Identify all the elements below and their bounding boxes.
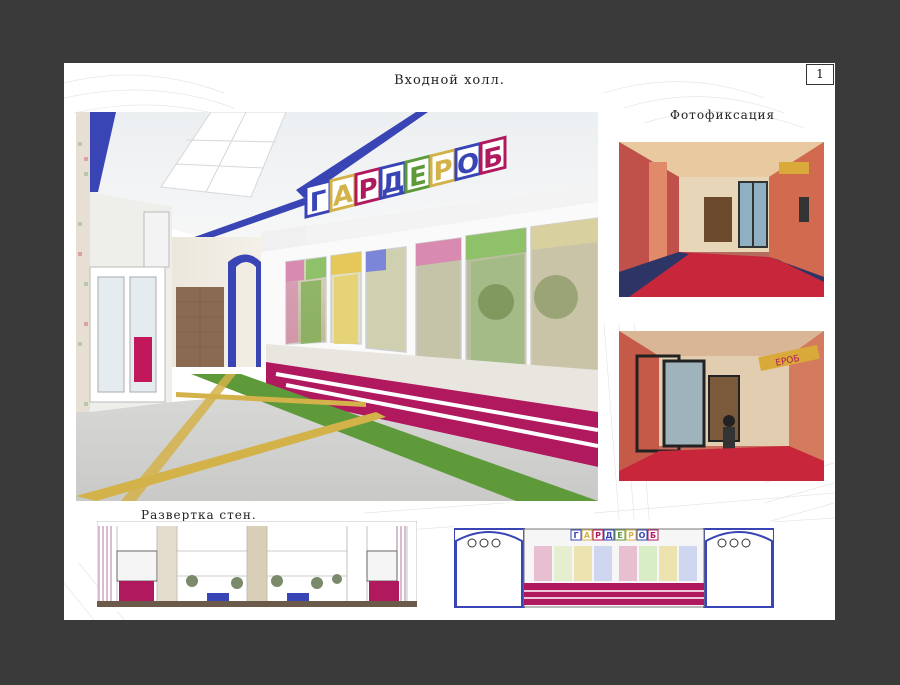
sign-letter-8: Б (483, 140, 503, 175)
elev-letter-5: Е (617, 531, 622, 540)
sign-letter-6: Р (433, 153, 452, 188)
page-title: Входной холл. (394, 73, 505, 88)
sign-letter-5: Е (409, 159, 427, 194)
elev-letter-4: Д (605, 531, 612, 540)
site-photo-2: ЕРОБ (619, 331, 824, 481)
sign-letter-7: О (457, 146, 479, 182)
elev-letter-3: Р (595, 531, 601, 540)
elev-letter-1: Г (573, 531, 578, 540)
photo-section-label: Фотофиксация (670, 108, 776, 122)
elev-letter-6: Р (628, 531, 634, 540)
elevation-section-label: Развертка стен. (141, 508, 257, 522)
sign-letter-3: Р (358, 172, 377, 207)
sign-letter-1: Г (310, 184, 327, 219)
sign-letter-2: А (333, 177, 354, 213)
wall-elevation-right: Г А Р Д Е Р О Б (454, 521, 774, 611)
wall-elevation-left (97, 521, 417, 611)
elev-letter-7: О (639, 531, 646, 540)
elev-letter-8: Б (650, 531, 656, 540)
sign-letter-4: Д (381, 165, 404, 201)
site-photo-1 (619, 142, 824, 297)
cloakroom-sign: Г А Р Д Е Р О Б (304, 135, 507, 219)
elev-letter-2: А (584, 531, 591, 540)
presentation-sheet: Входной холл. 1 Г А Р Д Е Р О Б Фотофикс… (64, 63, 835, 620)
page-number: 1 (806, 64, 834, 85)
